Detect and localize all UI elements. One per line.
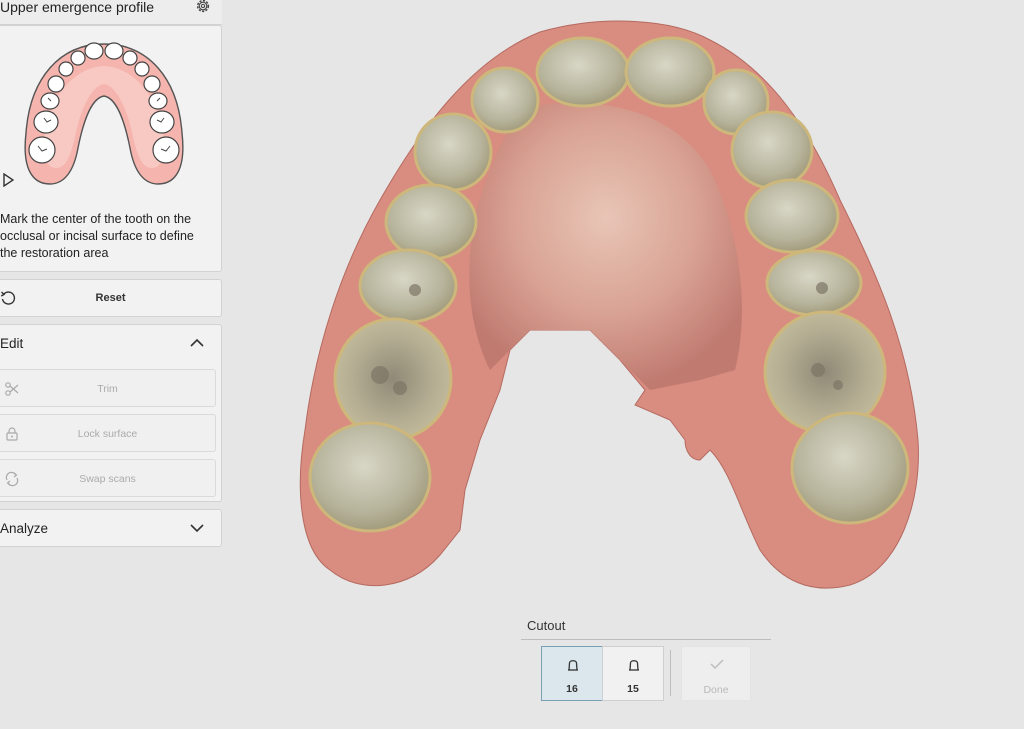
panel-header: Upper emergence profile: [0, 0, 222, 25]
instruction-text: Mark the center of the tooth on the occl…: [0, 212, 194, 260]
checkmark-icon: [710, 659, 724, 670]
swap-scans-label: Swap scans: [79, 473, 136, 485]
edit-section-title: Edit: [0, 336, 24, 351]
cutout-divider: [521, 639, 771, 640]
tooth-15-button[interactable]: 15: [602, 646, 664, 701]
tooth-crown-icon: [568, 660, 578, 671]
cutout-title: Cutout: [527, 618, 566, 633]
lock-surface-button[interactable]: Lock surface: [0, 414, 216, 452]
chevron-down-icon[interactable]: [188, 522, 206, 534]
panel-title: Upper emergence profile: [0, 0, 155, 15]
tooth-crown-icon: [629, 660, 639, 671]
gear-icon[interactable]: [194, 0, 212, 15]
tooth-16-number: 16: [566, 683, 578, 695]
reset-button[interactable]: Reset: [0, 279, 222, 317]
tooth-16-button[interactable]: 16: [541, 646, 603, 701]
edit-section: Edit Trim Lock surface Swap scans: [0, 324, 222, 502]
tooth-15-number: 15: [627, 683, 639, 695]
upper-jaw-3d-scan[interactable]: [290, 10, 930, 600]
chevron-up-icon[interactable]: [188, 337, 206, 349]
upper-jaw-diagram[interactable]: [18, 38, 190, 188]
done-button[interactable]: Done: [681, 646, 751, 701]
trim-label: Trim: [97, 383, 118, 395]
swap-scans-button[interactable]: Swap scans: [0, 459, 216, 497]
lock-surface-label: Lock surface: [77, 428, 138, 440]
analyze-section-title: Analyze: [0, 521, 49, 536]
done-label: Done: [703, 684, 729, 696]
jaw-diagram-card: Mark the center of the tooth on the occl…: [0, 25, 222, 272]
trim-button[interactable]: Trim: [0, 369, 216, 407]
cutout-separator: [670, 650, 671, 696]
play-icon[interactable]: [2, 173, 14, 187]
analyze-section[interactable]: Analyze: [0, 509, 222, 547]
reset-label: Reset: [95, 292, 126, 304]
